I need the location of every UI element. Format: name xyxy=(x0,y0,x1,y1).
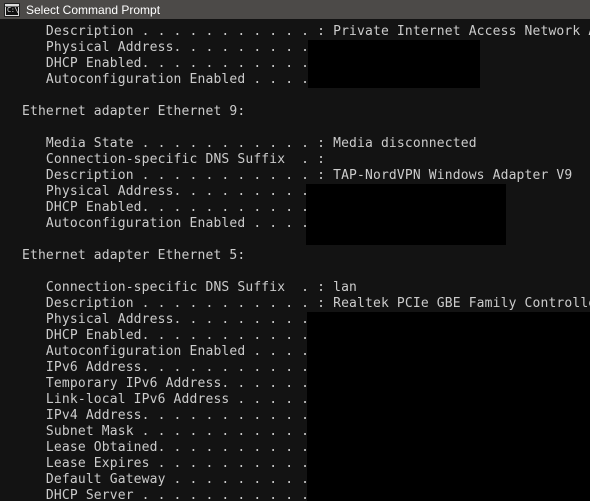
console-line: Description . . . . . . . . . . . : Real… xyxy=(22,296,590,311)
console-client-area[interactable]: Description . . . . . . . . . . . : Priv… xyxy=(0,19,590,501)
window-title: Select Command Prompt xyxy=(26,2,161,17)
redaction-block-adapter-2 xyxy=(306,184,506,245)
console-line: Ethernet adapter Ethernet 9: xyxy=(22,104,246,119)
console-icon-prompt-text: C:\_ xyxy=(7,6,18,14)
redaction-block-adapter-3 xyxy=(307,312,590,501)
console-line: Description . . . . . . . . . . . : TAP-… xyxy=(22,168,573,183)
console-line: Connection-specific DNS Suffix . : xyxy=(22,152,326,167)
console-icon[interactable]: C:\_ xyxy=(4,2,20,17)
console-line: Description . . . . . . . . . . . : Priv… xyxy=(22,24,590,39)
window-titlebar[interactable]: C:\_ Select Command Prompt xyxy=(0,0,590,19)
redaction-block-adapter-1 xyxy=(308,40,480,88)
console-icon-screen: C:\_ xyxy=(6,6,18,15)
console-line: Media State . . . . . . . . . . . : Medi… xyxy=(22,136,477,151)
console-line: DHCP Enabled. . . . . . . . . . . : xyxy=(22,56,326,71)
console-line: Ethernet adapter Ethernet 5: xyxy=(22,248,246,263)
console-line: Connection-specific DNS Suffix . : lan xyxy=(22,280,358,295)
console-line: Autoconfiguration Enabled . . . . : xyxy=(22,72,326,87)
console-line: Physical Address. . . . . . . . . : xyxy=(22,40,326,55)
